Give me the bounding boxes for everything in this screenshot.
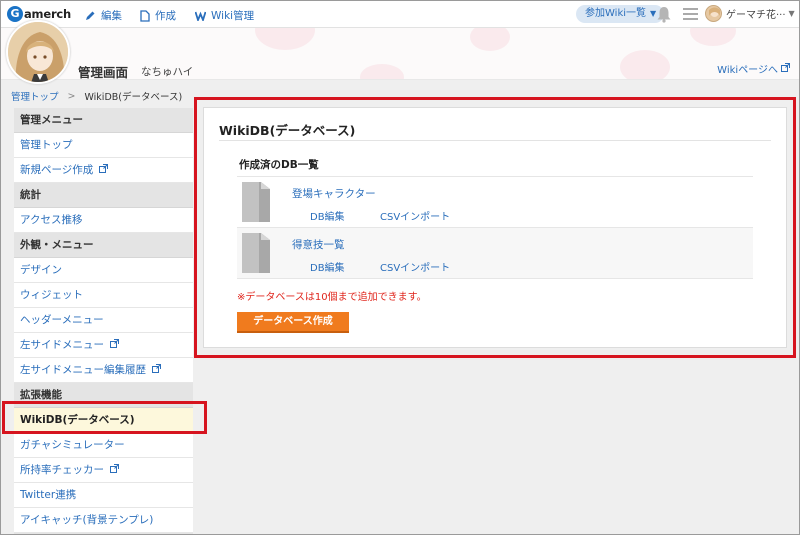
pencil-icon [85,10,96,21]
sidebar-item-twitter[interactable]: Twitter連携 [14,483,193,508]
breadcrumb: 管理トップ > WikiDB(データベース) [11,89,183,104]
nav-create[interactable]: 作成 [140,8,176,23]
sidebar-item-label: Twitter連携 [20,489,77,501]
highlight-box-main [194,97,796,358]
menu-icon[interactable] [683,8,698,23]
sidebar-item-access-trend[interactable]: アクセス推移 [14,208,193,233]
wiki-page-link-label: Wikiページへ [717,65,778,76]
sidebar-heading-admin-menu: 管理メニュー [14,108,193,133]
w-icon [195,11,206,21]
wiki-list-label: 参加Wiki一覧 [585,8,647,19]
admin-header: 管理画面 なちゅハイ Wikiページへ [0,28,800,80]
nav-edit[interactable]: 編集 [85,8,122,23]
user-menu[interactable]: ゲーマチ花··· ▼ [705,5,795,22]
sidebar-item-design[interactable]: デザイン [14,258,193,283]
sidebar-item-label: アイキャッチ(背景テンプレ) [20,514,154,526]
sidebar-item-widget[interactable]: ウィジェット [14,283,193,308]
sidebar-item-label: 左サイドメニュー [20,339,104,351]
external-link-icon [152,358,161,382]
user-avatar [705,5,722,22]
sidebar-item-gacha-simulator[interactable]: ガチャシミュレーター [14,433,193,458]
sidebar-item-new-page[interactable]: 新規ページ作成 [14,158,193,183]
breadcrumb-current: WikiDB(データベース) [84,92,183,103]
chevron-right-icon: > [67,90,76,102]
nav-edit-label: 編集 [101,10,122,22]
sidebar-item-label: アクセス推移 [20,214,83,226]
sidebar-heading-appearance: 外観・メニュー [14,233,193,258]
sidebar-item-label: 新規ページ作成 [20,164,94,176]
logo-text: amerch [24,7,72,21]
external-link-icon [110,458,119,482]
highlight-box-sidebar [2,401,207,434]
sidebar-item-label: デザイン [20,264,62,276]
breadcrumb-home[interactable]: 管理トップ [11,89,59,103]
external-link-icon [781,62,790,75]
sidebar-item-admin-top[interactable]: 管理トップ [14,133,193,158]
sidebar-item-left-side-menu-history[interactable]: 左サイドメニュー編集履歴 [14,358,193,383]
sidebar-item-label: ヘッダーメニュー [20,314,104,326]
sidebar-item-header-menu[interactable]: ヘッダーメニュー [14,308,193,333]
sidebar-item-ownership-checker[interactable]: 所持率チェッカー [14,458,193,483]
external-link-icon [110,333,119,357]
user-name: ゲーマチ花··· [726,10,786,21]
chevron-down-icon: ▼ [788,9,795,18]
external-link-icon [99,158,109,182]
wiki-avatar [6,20,70,84]
sidebar-item-label: 所持率チェッカー [20,464,104,476]
sidebar-item-label: ガチャシミュレーター [20,439,125,451]
sidebar-item-label: ウィジェット [20,289,83,301]
sidebar-item-left-side-menu[interactable]: 左サイドメニュー [14,333,193,358]
nav-wiki-admin-label: Wiki管理 [211,10,255,22]
nav-wiki-admin[interactable]: Wiki管理 [195,8,254,23]
top-bar: G amerch 編集 作成 Wiki管理 参加Wiki一覧 ▼ ゲーマチ花··… [0,0,800,28]
logo-mark: G [7,6,23,22]
admin-sidebar: 管理メニュー 管理トップ 新規ページ作成 統計 アクセス推移 外観・メニュー デ… [14,108,193,535]
sidebar-item-eyecatch[interactable]: アイキャッチ(背景テンプレ) [14,508,193,533]
bell-icon[interactable] [656,6,672,26]
sidebar-item-label: 管理トップ [20,139,73,151]
page-title: 管理画面 [78,65,129,80]
wiki-page-link[interactable]: Wikiページへ [717,61,790,76]
wiki-list-dropdown[interactable]: 参加Wiki一覧 ▼ [576,5,665,23]
document-icon [140,9,150,22]
admin-username: なちゅハイ [141,66,194,78]
sidebar-heading-stats: 統計 [14,183,193,208]
sidebar-item-label: 左サイドメニュー編集履歴 [20,364,146,376]
nav-create-label: 作成 [155,10,176,22]
